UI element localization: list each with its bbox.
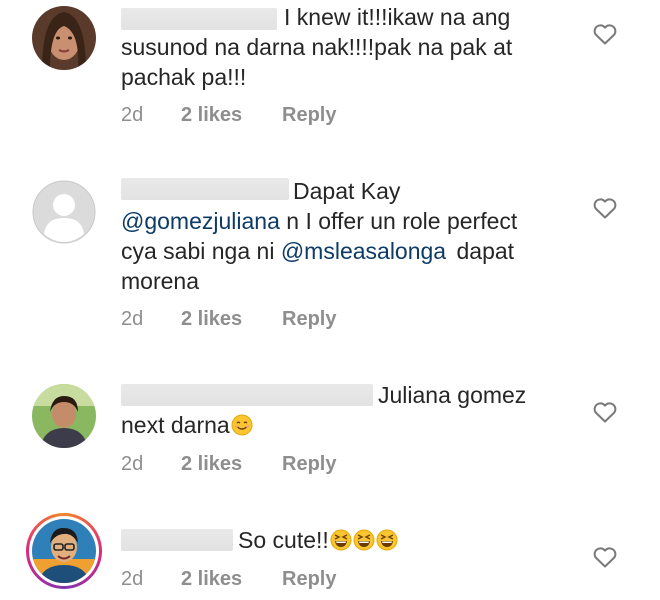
mention-link[interactable]: @msleasalonga bbox=[281, 238, 446, 264]
grinning-squinting-face-emoji bbox=[353, 529, 375, 551]
story-ring[interactable] bbox=[26, 513, 102, 589]
likes-count[interactable]: 2 likes bbox=[181, 453, 282, 476]
likes-count[interactable]: 2 likes bbox=[181, 104, 282, 127]
heart-icon[interactable] bbox=[592, 196, 618, 220]
reply-button[interactable]: Reply bbox=[282, 308, 336, 331]
likes-count[interactable]: 2 likes bbox=[181, 568, 282, 591]
mention-link[interactable]: @gomezjuliana bbox=[121, 208, 280, 234]
comment-meta: 2d 2 likes Reply bbox=[121, 568, 336, 591]
avatar[interactable] bbox=[32, 519, 96, 583]
username-redacted[interactable] bbox=[121, 178, 289, 200]
comment-text: I knew it!!!ikaw na ang bbox=[284, 4, 511, 30]
comment-time: 2d bbox=[121, 104, 144, 126]
comment-time: 2d bbox=[121, 568, 144, 590]
comment-text: susunod na darna nak!!!!pak na pak at bbox=[121, 34, 513, 60]
likes-count[interactable]: 2 likes bbox=[181, 308, 282, 331]
comment-item: Dapat Kay @gomezjuliana n I offer un rol… bbox=[0, 170, 660, 350]
comment-text: n I offer un role perfect bbox=[286, 208, 518, 234]
reply-button[interactable]: Reply bbox=[282, 568, 336, 591]
comment-item: So cute!! 2d 2 likes Reply bbox=[0, 505, 660, 600]
comment-line: @gomezjuliana n I offer un role perfect bbox=[121, 206, 517, 236]
heart-icon[interactable] bbox=[592, 22, 618, 46]
comment-text: So cute!! bbox=[238, 527, 329, 553]
comment-meta: 2d 2 likes Reply bbox=[121, 308, 336, 331]
comment-text: next darna bbox=[121, 412, 230, 438]
reply-button[interactable]: Reply bbox=[282, 104, 336, 127]
comment-text: Juliana gomez bbox=[378, 382, 527, 408]
comment-item: I knew it!!!ikaw na ang susunod na darna… bbox=[0, 0, 660, 150]
comment-text: morena bbox=[121, 268, 199, 294]
comment-line: So cute!! bbox=[238, 525, 398, 555]
comment-meta: 2d 2 likes Reply bbox=[121, 453, 336, 476]
comment-text: dapat bbox=[456, 238, 515, 264]
grinning-squinting-face-emoji bbox=[330, 529, 352, 551]
smiling-face-emoji bbox=[231, 414, 253, 436]
comment-line: cya sabi nga ni @msleasalonga dapat bbox=[121, 236, 514, 266]
comment-text: cya sabi nga ni bbox=[121, 238, 275, 264]
comment-meta: 2d 2 likes Reply bbox=[121, 104, 336, 127]
comment-line: next darna bbox=[121, 410, 253, 440]
heart-icon[interactable] bbox=[592, 400, 618, 424]
avatar[interactable] bbox=[32, 180, 96, 244]
username-redacted[interactable] bbox=[121, 8, 277, 30]
avatar[interactable] bbox=[32, 6, 96, 70]
comment-text: pachak pa!!! bbox=[121, 64, 247, 90]
grinning-squinting-face-emoji bbox=[376, 529, 398, 551]
avatar[interactable] bbox=[32, 384, 96, 448]
comment-time: 2d bbox=[121, 453, 144, 475]
comment-time: 2d bbox=[121, 308, 144, 330]
username-redacted[interactable] bbox=[121, 529, 233, 551]
reply-button[interactable]: Reply bbox=[282, 453, 336, 476]
username-redacted[interactable] bbox=[121, 384, 373, 406]
comment-text: Dapat Kay bbox=[293, 178, 401, 204]
heart-icon[interactable] bbox=[592, 545, 618, 569]
comment-item: Juliana gomez next darna 2d 2 likes Repl… bbox=[0, 370, 660, 485]
